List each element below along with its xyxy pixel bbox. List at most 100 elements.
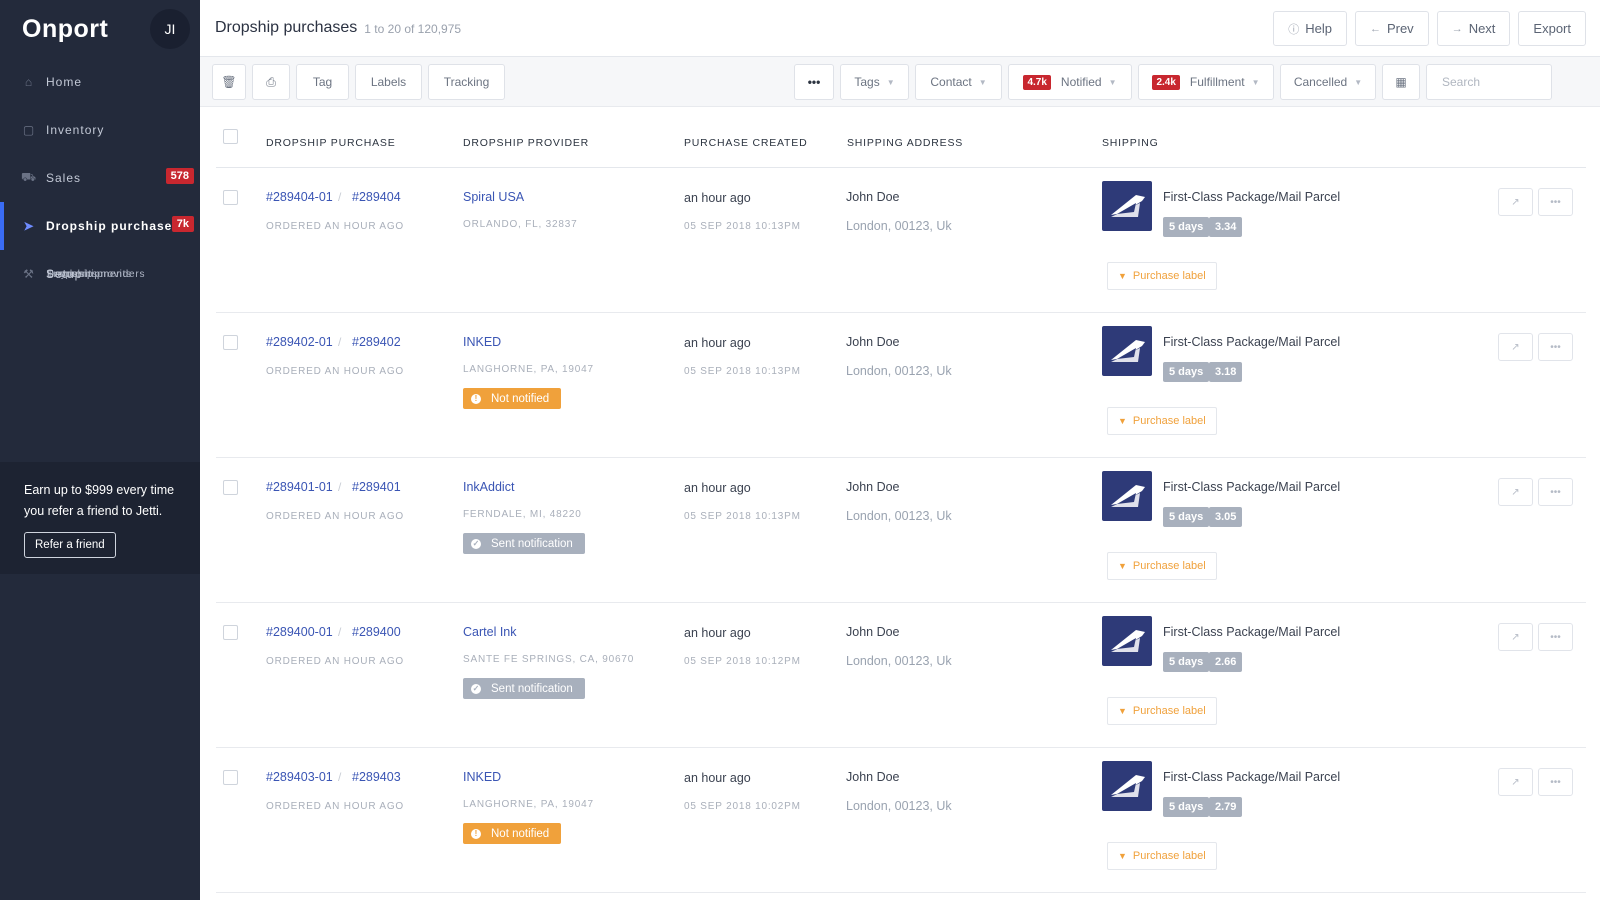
purchase-id-link[interactable]: #289404-01 bbox=[266, 190, 333, 204]
status-icon: ✓ bbox=[471, 683, 481, 694]
more-actions-button[interactable]: ••• bbox=[1538, 188, 1573, 216]
open-external-button[interactable]: ↗ bbox=[1498, 478, 1533, 506]
row-checkbox[interactable] bbox=[223, 770, 238, 785]
id-separator: / bbox=[338, 335, 342, 349]
more-options-button[interactable]: ••• bbox=[794, 64, 834, 100]
sidebar: Onport JI ⌂ Home ▢ Inventory ⛟ Sales 578… bbox=[0, 0, 200, 900]
more-actions-button[interactable]: ••• bbox=[1538, 623, 1573, 651]
provider-location: FERNDALE, MI, 48220 bbox=[463, 509, 582, 520]
provider-location: ORLANDO, FL, 32837 bbox=[463, 219, 578, 230]
arrow-left-icon: ← bbox=[1369, 22, 1381, 35]
created-absolute: 05 SEP 2018 10:02PM bbox=[684, 801, 801, 812]
external-link-icon: ↗ bbox=[1511, 631, 1520, 643]
sidebar-item-setup[interactable]: ⚒ Setup bbox=[0, 250, 200, 298]
next-button[interactable]: → Next bbox=[1436, 11, 1511, 46]
external-link-icon: ↗ bbox=[1511, 776, 1520, 788]
provider-link[interactable]: INKED bbox=[463, 335, 501, 349]
status-icon: ! bbox=[471, 393, 481, 404]
provider-link[interactable]: Spiral USA bbox=[463, 190, 524, 204]
col-purchase[interactable]: DROPSHIP PURCHASE bbox=[266, 137, 396, 149]
prev-button[interactable]: ← Prev bbox=[1354, 11, 1429, 46]
purchase-id-link[interactable]: #289403-01 bbox=[266, 770, 333, 784]
labels-button[interactable]: Labels bbox=[355, 64, 422, 100]
open-external-button[interactable]: ↗ bbox=[1498, 188, 1533, 216]
col-address[interactable]: SHIPPING ADDRESS bbox=[847, 137, 963, 149]
truck-icon: ➤ bbox=[23, 219, 35, 233]
cancelled-filter[interactable]: Cancelled ▼ bbox=[1280, 64, 1376, 100]
open-external-button[interactable]: ↗ bbox=[1498, 768, 1533, 796]
home-icon: ⌂ bbox=[24, 75, 34, 89]
row-checkbox[interactable] bbox=[223, 335, 238, 350]
provider-link[interactable]: InkAddict bbox=[463, 480, 514, 494]
fulfillment-filter[interactable]: 2.4k Fulfillment ▼ bbox=[1138, 64, 1274, 100]
purchase-id-link[interactable]: #289402-01 bbox=[266, 335, 333, 349]
purchase-label-button[interactable]: ▼ Purchase label bbox=[1107, 407, 1217, 435]
col-created[interactable]: PURCHASE CREATED bbox=[684, 137, 807, 149]
prev-label: Prev bbox=[1386, 21, 1414, 36]
ordered-time: ORDERED AN HOUR AGO bbox=[266, 511, 404, 522]
select-all-checkbox[interactable] bbox=[223, 129, 238, 144]
ordered-time: ORDERED AN HOUR AGO bbox=[266, 366, 404, 377]
row-checkbox[interactable] bbox=[223, 190, 238, 205]
referral-promo: Earn up to $999 every time you refer a f… bbox=[0, 462, 200, 574]
app-logo[interactable]: Onport bbox=[22, 15, 108, 44]
sidebar-item-dropship-purchases[interactable]: ➤ Dropship purchases 7k bbox=[0, 202, 200, 250]
order-id-link[interactable]: #289401 bbox=[352, 480, 401, 494]
purchase-label-button[interactable]: ▼ Purchase label bbox=[1107, 842, 1217, 870]
row-checkbox[interactable] bbox=[223, 480, 238, 495]
provider-link[interactable]: INKED bbox=[463, 770, 501, 784]
shipping-service: First-Class Package/Mail Parcel bbox=[1163, 335, 1341, 349]
tag-button[interactable]: Tag bbox=[296, 64, 349, 100]
usps-logo-icon bbox=[1102, 181, 1152, 231]
shipping-cost: 3.34 bbox=[1209, 217, 1243, 237]
ellipsis-icon: ••• bbox=[1550, 776, 1561, 788]
sidebar-item-inventory[interactable]: ▢ Inventory bbox=[0, 106, 200, 154]
sidebar-item-sales[interactable]: ⛟ Sales 578 bbox=[0, 154, 200, 202]
open-external-button[interactable]: ↗ bbox=[1498, 333, 1533, 361]
order-id-link[interactable]: #289402 bbox=[352, 335, 401, 349]
provider-link[interactable]: Cartel Ink bbox=[463, 625, 517, 639]
more-actions-button[interactable]: ••• bbox=[1538, 768, 1573, 796]
more-actions-button[interactable]: ••• bbox=[1538, 478, 1573, 506]
id-separator: / bbox=[338, 190, 342, 204]
dropship-badge: 7k bbox=[171, 216, 194, 232]
order-id-link[interactable]: #289400 bbox=[352, 625, 401, 639]
contact-filter[interactable]: Contact ▼ bbox=[915, 64, 1002, 100]
created-relative: an hour ago bbox=[684, 481, 751, 495]
help-button[interactable]: ⓘ Help bbox=[1273, 11, 1347, 46]
shipping-cost: 3.18 bbox=[1209, 362, 1243, 382]
col-shipping[interactable]: SHIPPING bbox=[1102, 137, 1159, 149]
purchase-label-button[interactable]: ▼ Purchase label bbox=[1107, 697, 1217, 725]
header-actions: ⓘ Help ← Prev → Next Export bbox=[1273, 11, 1586, 46]
print-button[interactable]: ⎙ bbox=[252, 64, 290, 100]
export-button[interactable]: Export bbox=[1518, 11, 1586, 46]
sidebar-item-home[interactable]: ⌂ Home bbox=[0, 58, 200, 106]
help-icon: ⓘ bbox=[1288, 23, 1300, 36]
open-external-button[interactable]: ↗ bbox=[1498, 623, 1533, 651]
more-actions-button[interactable]: ••• bbox=[1538, 333, 1573, 361]
tags-filter[interactable]: Tags ▼ bbox=[840, 64, 909, 100]
calendar-icon: ▦ bbox=[1395, 75, 1407, 89]
search-input[interactable]: Search bbox=[1426, 64, 1552, 100]
customer-address: London, 00123, Uk bbox=[846, 219, 952, 233]
row-checkbox[interactable] bbox=[223, 625, 238, 640]
notified-filter[interactable]: 4.7k Notified ▼ bbox=[1008, 64, 1132, 100]
tracking-button[interactable]: Tracking bbox=[428, 64, 505, 100]
ordered-time: ORDERED AN HOUR AGO bbox=[266, 221, 404, 232]
purchase-label-button[interactable]: ▼ Purchase label bbox=[1107, 262, 1217, 290]
purchase-id-link[interactable]: #289400-01 bbox=[266, 625, 333, 639]
order-id-link[interactable]: #289404 bbox=[352, 190, 401, 204]
purchase-id-link[interactable]: #289401-01 bbox=[266, 480, 333, 494]
avatar[interactable]: JI bbox=[150, 9, 190, 49]
sidebar-item-label: Sales bbox=[46, 171, 82, 185]
refer-friend-button[interactable]: Refer a friend bbox=[24, 532, 116, 558]
purchase-label-button[interactable]: ▼ Purchase label bbox=[1107, 552, 1217, 580]
notification-status: ! Not notified bbox=[463, 388, 562, 409]
order-id-link[interactable]: #289403 bbox=[352, 770, 401, 784]
delete-button[interactable]: 🗑 bbox=[212, 64, 246, 100]
date-filter-button[interactable]: ▦ bbox=[1382, 64, 1420, 100]
chevron-down-icon: ▼ bbox=[1251, 77, 1260, 87]
external-link-icon: ↗ bbox=[1511, 486, 1520, 498]
col-provider[interactable]: DROPSHIP PROVIDER bbox=[463, 137, 589, 149]
customer-name: John Doe bbox=[846, 190, 900, 204]
